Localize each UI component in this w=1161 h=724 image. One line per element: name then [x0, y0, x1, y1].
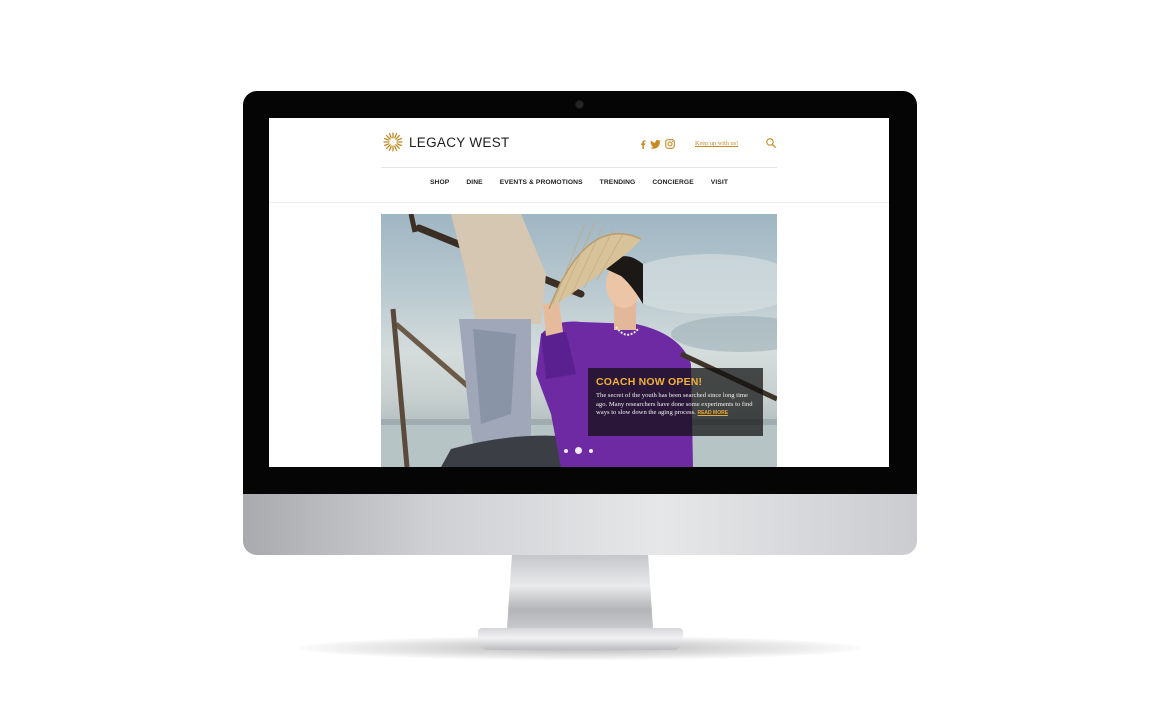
main-nav: SHOP DINE EVENTS & PROMOTIONS TRENDING C…: [269, 179, 889, 186]
hero-body-text: The secret of the youth has been searche…: [596, 392, 753, 417]
nav-item-shop[interactable]: SHOP: [430, 179, 449, 186]
search-icon[interactable]: [766, 138, 776, 148]
keep-up-link[interactable]: Keep up with us!: [695, 140, 738, 147]
brand-name: LEGACY WEST: [409, 134, 510, 150]
nav-item-trending[interactable]: TRENDING: [600, 179, 636, 186]
header-divider: [381, 167, 777, 168]
carousel-dot-2[interactable]: [575, 447, 582, 454]
nav-item-events-promotions[interactable]: EVENTS & PROMOTIONS: [500, 179, 583, 186]
site-logo[interactable]: LEGACY WEST: [381, 130, 510, 154]
carousel-dot-1[interactable]: [564, 448, 568, 453]
carousel-pagination: [564, 447, 593, 454]
hero-title: COACH NOW OPEN!: [596, 376, 703, 388]
social-links: [640, 139, 675, 149]
hero-caption-box: COACH NOW OPEN! The secret of the youth …: [588, 368, 763, 436]
sunburst-logo-icon: [383, 132, 403, 152]
website-screen: LEGACY WEST Keep up with us! SHOP DINE E…: [269, 118, 889, 467]
hero-body: The secret of the youth has been searche…: [596, 392, 760, 418]
nav-item-dine[interactable]: DINE: [466, 179, 482, 186]
camera-icon: [576, 101, 583, 108]
nav-item-concierge[interactable]: CONCIERGE: [652, 179, 693, 186]
twitter-icon[interactable]: [650, 139, 661, 149]
site-header: LEGACY WEST Keep up with us!: [381, 118, 777, 168]
carousel-dot-3[interactable]: [589, 448, 593, 453]
read-more-link[interactable]: READ MORE: [697, 410, 728, 416]
nav-item-visit[interactable]: VISIT: [711, 179, 728, 186]
nav-divider: [269, 202, 889, 203]
facebook-icon[interactable]: [640, 139, 646, 149]
monitor-chin: [243, 494, 917, 555]
hero-carousel[interactable]: COACH NOW OPEN! The secret of the youth …: [381, 214, 777, 467]
monitor-stand-foot: [478, 628, 683, 650]
instagram-icon[interactable]: [665, 139, 675, 149]
